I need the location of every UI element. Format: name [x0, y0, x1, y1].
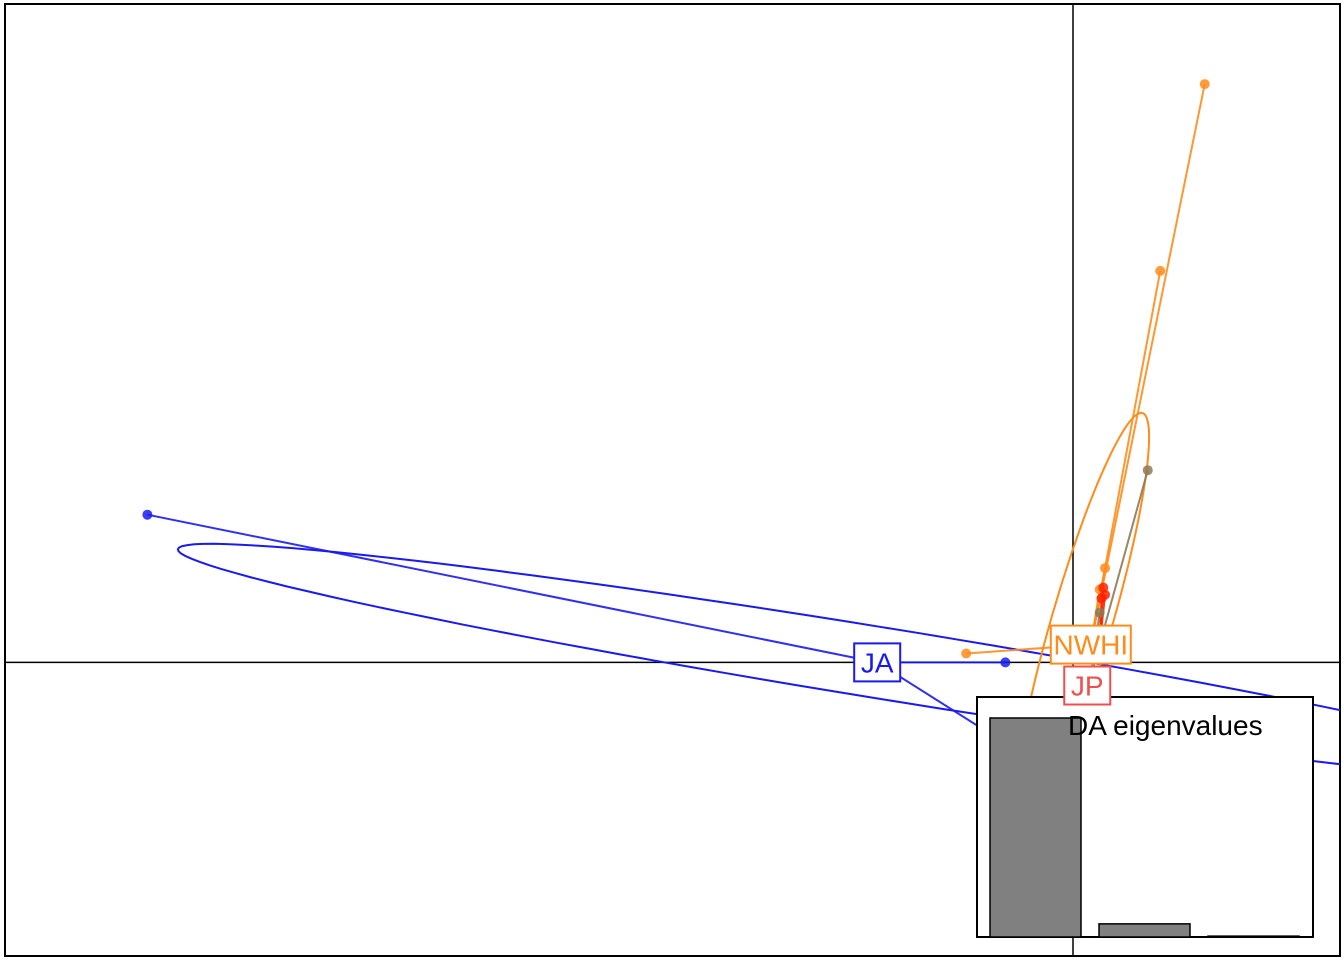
- label-ja: JA: [853, 642, 902, 683]
- inset-title: DA eigenvalues: [1068, 710, 1263, 741]
- point-nwhi-1-2: [1100, 563, 1111, 574]
- label-text-nwhi: NWHI: [1053, 630, 1128, 661]
- point-nwhi-1-3: [961, 648, 972, 659]
- eigen-bar-2: [1098, 923, 1191, 938]
- label-nwhi: NWHI: [1049, 624, 1132, 665]
- label-text-jp: JP: [1071, 671, 1104, 702]
- point-nwhi-1-1: [1155, 265, 1166, 276]
- point-nwhi-1-0: [1199, 79, 1210, 90]
- da-scatter-svg: JA NWHI JP DA eigenvalues: [4, 3, 1341, 957]
- label-text-ja: JA: [861, 647, 894, 678]
- point-unlabeled-4-2: [1096, 593, 1107, 604]
- point-unlabeled-3-4: [1094, 607, 1105, 618]
- label-jp: JP: [1063, 665, 1112, 706]
- point-ja-0-1: [1000, 657, 1011, 668]
- point-unlabeled-3-0: [1142, 465, 1153, 476]
- eigen-bar-3: [1207, 935, 1300, 938]
- eigen-bar-1: [989, 717, 1082, 938]
- point-ja-0-0: [142, 509, 153, 520]
- scatter-plot: JA NWHI JP DA eigenvalues: [0, 0, 1344, 960]
